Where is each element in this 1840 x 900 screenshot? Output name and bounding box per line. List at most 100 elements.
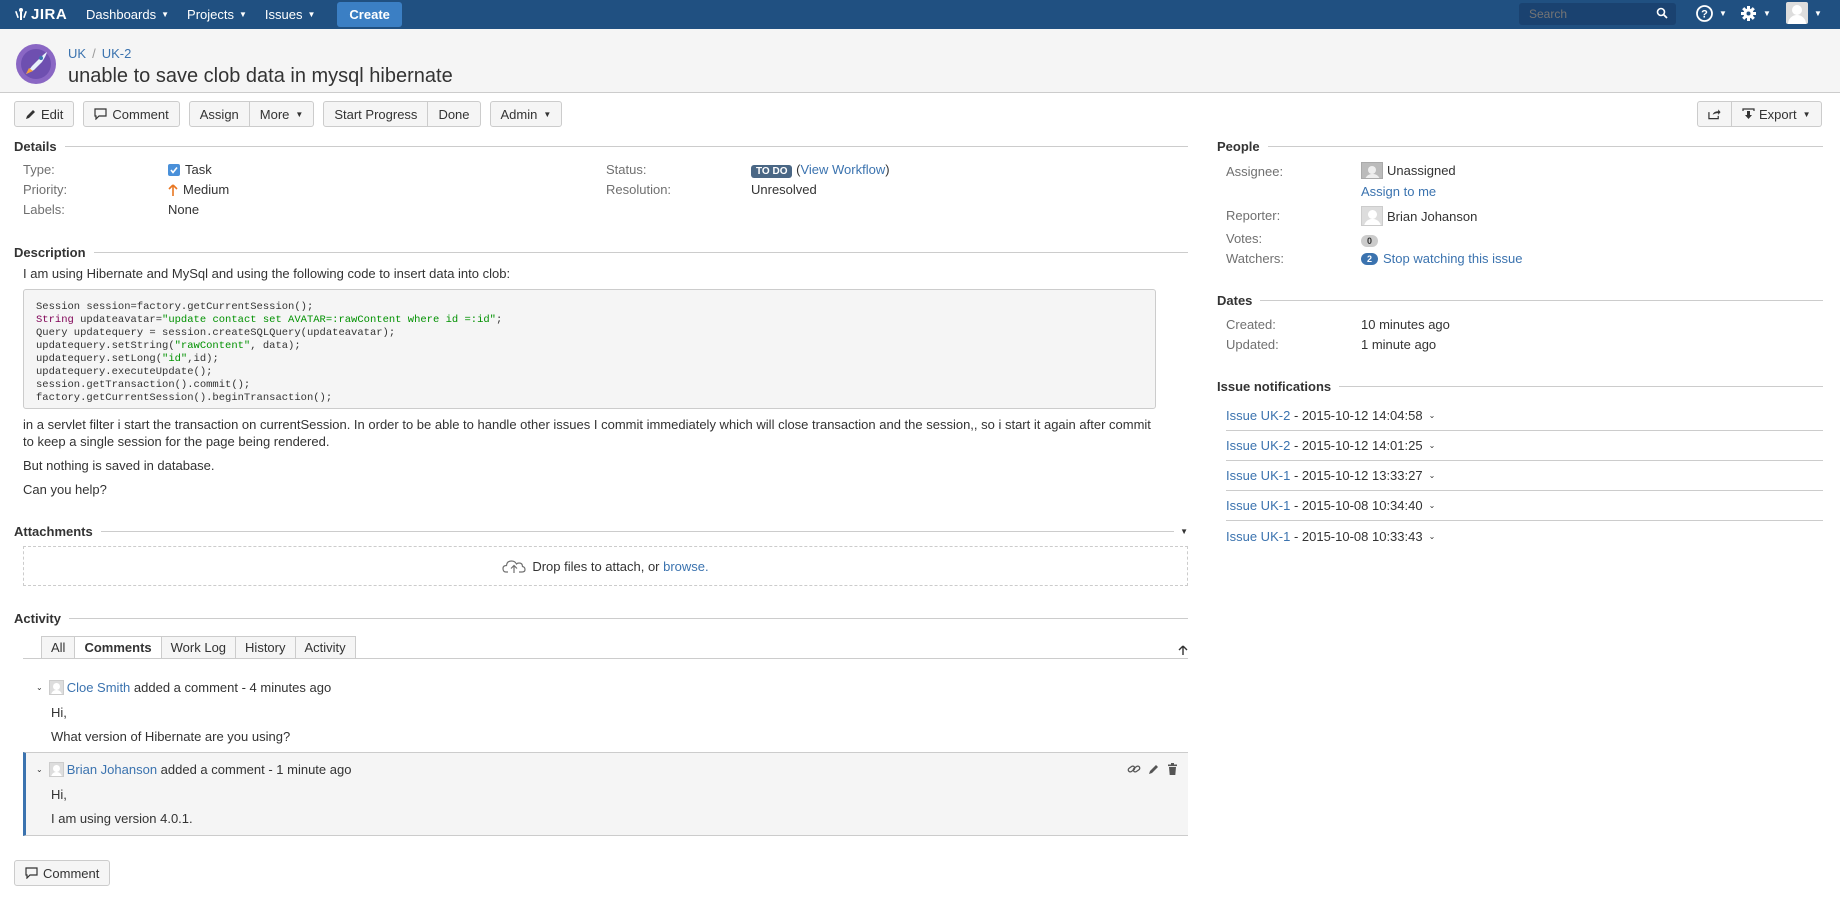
add-comment-button[interactable]: Comment: [14, 860, 111, 886]
notification-item[interactable]: Issue UK-1 - 2015-10-08 10:33:43 ⌄: [1226, 521, 1823, 551]
nav-issues[interactable]: Issues ▼: [265, 7, 316, 22]
help-menu[interactable]: ? ▼: [1696, 5, 1727, 22]
comment-meta: added a comment - 4 minutes ago: [133, 680, 332, 695]
chevron-down-icon[interactable]: ⌄: [1429, 501, 1436, 510]
chevron-down-icon[interactable]: ⌄: [1429, 532, 1436, 541]
priority-label: Priority:: [23, 182, 68, 197]
notification-item[interactable]: Issue UK-1 - 2015-10-12 13:33:27 ⌄: [1226, 461, 1823, 491]
nav-dashboards[interactable]: Dashboards ▼: [86, 7, 169, 22]
done-button[interactable]: Done: [428, 101, 481, 127]
type-value-text: Task: [185, 162, 212, 177]
created-value: 10 minutes ago: [1361, 317, 1450, 332]
chevron-down-icon: ▼: [239, 10, 247, 19]
collapse-chevron-icon[interactable]: ⌄: [36, 765, 43, 774]
view-workflow-link[interactable]: View Workflow: [800, 162, 885, 177]
description-paragraph: Can you help?: [23, 482, 107, 497]
delete-comment-icon[interactable]: [1167, 763, 1178, 775]
notification-date: - 2015-10-08 10:34:40: [1293, 498, 1423, 513]
people-heading-text: People: [1217, 139, 1260, 154]
svg-text:?: ?: [1701, 9, 1708, 21]
notification-issue-link[interactable]: Issue UK-1: [1226, 529, 1290, 544]
breadcrumb-project[interactable]: UK: [68, 46, 86, 61]
description-intro: I am using Hibernate and MySql and using…: [23, 266, 511, 281]
notification-issue-link[interactable]: Issue UK-1: [1226, 498, 1290, 513]
comment-label: Comment: [112, 106, 169, 122]
description-paragraph: in a servlet filter i start the transact…: [23, 417, 1151, 449]
breadcrumb-issue[interactable]: UK-2: [102, 46, 132, 61]
attachments-section-heading[interactable]: Attachments ▼: [14, 524, 1188, 539]
code-line: updatequery.executeUpdate();: [36, 366, 213, 378]
code-line: updatequery.setLong("id",id);: [36, 353, 219, 365]
edit-label: Edit: [41, 106, 64, 122]
assignee-label: Assignee:: [1226, 164, 1284, 179]
tab-all[interactable]: All: [41, 636, 76, 659]
settings-menu[interactable]: ▼: [1740, 5, 1771, 22]
nav-dashboards-label: Dashboards: [86, 7, 157, 22]
assign-to-me-link[interactable]: Assign to me: [1361, 184, 1436, 199]
notification-item[interactable]: Issue UK-2 - 2015-10-12 14:04:58 ⌄: [1226, 401, 1823, 431]
assign-button[interactable]: Assign: [188, 101, 250, 127]
divider: [1267, 146, 1823, 147]
dates-heading-text: Dates: [1217, 293, 1253, 308]
comment-author-link[interactable]: Cloe Smith: [67, 680, 131, 695]
comment-header: ⌄ Brian Johanson added a comment - 1 min…: [36, 762, 351, 777]
reporter-value: Brian Johanson: [1361, 206, 1477, 226]
admin-button[interactable]: Admin ▼: [489, 101, 563, 127]
divider: [100, 531, 1175, 532]
watchers-count-badge: 2: [1361, 252, 1378, 265]
share-button[interactable]: [1697, 101, 1732, 127]
tab-history[interactable]: History: [236, 636, 296, 659]
more-button[interactable]: More ▼: [249, 101, 315, 127]
labels-label: Labels:: [23, 202, 65, 217]
type-value: Task: [168, 162, 212, 177]
comment-meta: added a comment - 1 minute ago: [160, 762, 352, 777]
collapse-chevron-icon[interactable]: ⌄: [36, 683, 43, 692]
edit-button[interactable]: Edit: [14, 101, 75, 127]
notification-issue-link[interactable]: Issue UK-1: [1226, 468, 1290, 483]
activity-tabs: All Comments Work Log History Activity: [41, 636, 356, 659]
watchers-value: 2 Stop watching this issue: [1361, 251, 1522, 266]
add-comment-label: Comment: [43, 865, 100, 881]
user-menu[interactable]: ▼: [1786, 2, 1822, 24]
chevron-down-icon: ▼: [1802, 109, 1811, 119]
tab-activity[interactable]: Activity: [295, 636, 356, 659]
permalink-icon[interactable]: [1127, 763, 1141, 775]
notification-date: - 2015-10-08 10:33:43: [1293, 528, 1423, 544]
tab-comments[interactable]: Comments: [75, 636, 162, 659]
comment-body-line: Hi,: [51, 705, 67, 720]
chevron-down-icon[interactable]: ⌄: [1429, 471, 1436, 480]
votes-value[interactable]: 0: [1361, 232, 1378, 247]
browse-link[interactable]: browse.: [663, 559, 709, 574]
project-avatar[interactable]: [14, 44, 58, 84]
create-button[interactable]: Create: [337, 2, 402, 27]
nav-projects[interactable]: Projects ▼: [187, 7, 247, 22]
activity-section-heading[interactable]: Activity: [14, 611, 1188, 626]
search-input[interactable]: [1519, 3, 1676, 25]
start-progress-button[interactable]: Start Progress: [323, 101, 429, 127]
comment-button[interactable]: Comment: [83, 101, 180, 127]
notification-item[interactable]: Issue UK-2 - 2015-10-12 14:01:25 ⌄: [1226, 431, 1823, 461]
stop-watching-link[interactable]: Stop watching this issue: [1383, 251, 1522, 266]
people-section-heading[interactable]: People: [1217, 139, 1823, 154]
notification-issue-link[interactable]: Issue UK-2: [1226, 408, 1290, 423]
chevron-down-icon[interactable]: ⌄: [1429, 411, 1436, 420]
description-paragraph: But nothing is saved in database.: [23, 458, 215, 473]
comment-author-link[interactable]: Brian Johanson: [67, 762, 157, 777]
notification-item[interactable]: Issue UK-1 - 2015-10-08 10:34:40 ⌄: [1226, 491, 1823, 521]
dates-section-heading[interactable]: Dates: [1217, 293, 1823, 308]
details-section-heading[interactable]: Details: [14, 139, 1188, 154]
chevron-down-icon[interactable]: ▼: [1180, 527, 1188, 536]
created-label: Created:: [1226, 317, 1276, 332]
export-button[interactable]: Export ▼: [1732, 101, 1822, 127]
tab-work-log[interactable]: Work Log: [161, 636, 237, 659]
attachment-dropzone[interactable]: Drop files to attach, or browse.: [23, 546, 1188, 586]
code-line: String updateavatar="update contact set …: [36, 314, 503, 326]
jira-logo[interactable]: JIRA: [14, 6, 74, 23]
issue-notifications-section-heading[interactable]: Issue notifications: [1217, 379, 1823, 394]
notification-date: - 2015-10-12 14:01:25: [1293, 438, 1423, 453]
sort-arrow-up-icon[interactable]: [1178, 645, 1188, 655]
edit-comment-icon[interactable]: [1148, 763, 1160, 775]
notification-issue-link[interactable]: Issue UK-2: [1226, 438, 1290, 453]
description-section-heading[interactable]: Description: [14, 245, 1188, 260]
chevron-down-icon[interactable]: ⌄: [1429, 441, 1436, 450]
